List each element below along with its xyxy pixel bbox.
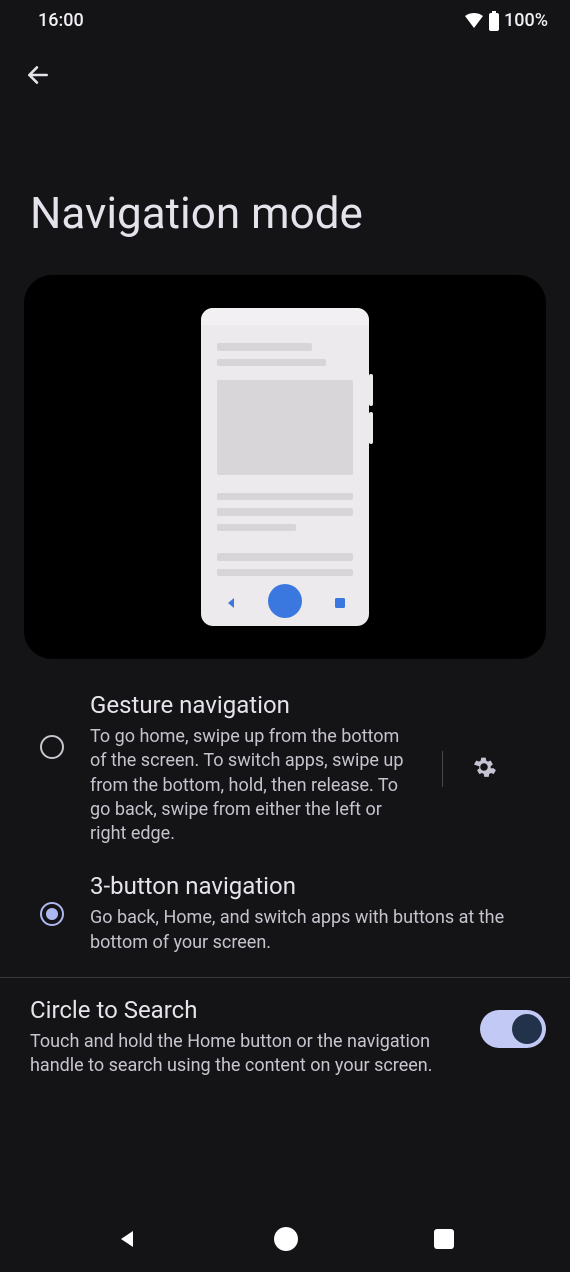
circle-home-icon — [273, 1226, 299, 1252]
cts-toggle[interactable] — [480, 1010, 546, 1048]
status-time: 16:00 — [38, 10, 84, 31]
cts-description: Touch and hold the Home button or the na… — [30, 1030, 462, 1079]
page-title: Navigation mode — [0, 95, 570, 275]
battery-icon — [488, 11, 500, 31]
nav-home-button[interactable] — [273, 1226, 299, 1255]
battery-percent: 100% — [504, 10, 548, 31]
back-button[interactable] — [18, 55, 58, 95]
radio-three-button[interactable] — [40, 902, 64, 926]
mock-overview-icon — [335, 598, 345, 608]
option-description: To go home, swipe up from the bottom of … — [90, 725, 414, 846]
arrow-left-icon — [25, 62, 51, 88]
circle-to-search-row[interactable]: Circle to Search Touch and hold the Home… — [0, 978, 570, 1079]
app-bar — [0, 37, 570, 95]
option-title: 3-button navigation — [90, 872, 546, 900]
option-title: Gesture navigation — [90, 691, 414, 719]
navigation-options: Gesture navigation To go home, swipe up … — [0, 683, 570, 973]
navigation-preview — [24, 275, 546, 659]
settings-separator — [442, 751, 443, 787]
system-navigation-bar — [0, 1208, 570, 1272]
wifi-icon — [464, 13, 484, 29]
nav-overview-button[interactable] — [433, 1228, 455, 1253]
radio-gesture[interactable] — [40, 735, 64, 759]
gear-icon — [471, 754, 497, 780]
cts-title: Circle to Search — [30, 996, 462, 1024]
option-three-button-navigation[interactable]: 3-button navigation Go back, Home, and s… — [0, 864, 570, 973]
status-bar: 16:00 100% — [0, 0, 570, 37]
option-description: Go back, Home, and switch apps with butt… — [90, 906, 546, 955]
gesture-settings-button[interactable] — [465, 748, 503, 789]
status-right: 100% — [464, 10, 548, 31]
nav-back-button[interactable] — [115, 1227, 139, 1254]
mock-home-icon — [268, 584, 302, 618]
mock-back-icon — [225, 597, 237, 609]
option-gesture-navigation[interactable]: Gesture navigation To go home, swipe up … — [0, 683, 570, 864]
phone-mockup — [201, 308, 369, 626]
triangle-back-icon — [115, 1227, 139, 1251]
square-overview-icon — [433, 1228, 455, 1250]
